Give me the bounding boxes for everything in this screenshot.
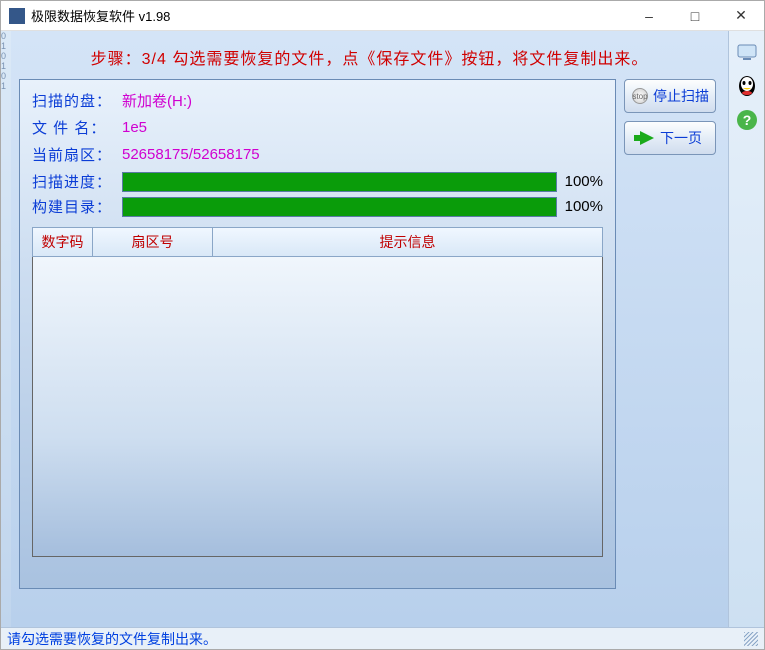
scan-progress-bar [122, 172, 557, 192]
window-title: 极限数据恢复软件 v1.98 [31, 6, 626, 25]
sector-label: 当前扇区： [32, 144, 122, 165]
build-progress-pct: 100% [557, 198, 603, 215]
dock-help-icon[interactable]: ? [734, 107, 760, 133]
minimize-button[interactable]: – [626, 1, 672, 30]
next-page-label: 下一页 [660, 128, 702, 148]
build-progress-label: 构建目录： [32, 196, 122, 217]
stop-scan-label: 停止扫描 [653, 86, 709, 106]
close-button[interactable]: ✕ [718, 1, 764, 30]
maximize-button[interactable]: □ [672, 1, 718, 30]
table-header: 数字码 扇区号 提示信息 [32, 227, 603, 257]
titlebar: 极限数据恢复软件 v1.98 – □ ✕ [1, 1, 764, 31]
col-sector[interactable]: 扇区号 [93, 228, 213, 256]
col-code[interactable]: 数字码 [33, 228, 93, 256]
right-dock: ? [728, 31, 764, 627]
arrow-right-icon [638, 129, 656, 147]
statusbar: 请勾选需要恢复的文件复制出来。 [1, 627, 764, 649]
sector-value: 52658175/52658175 [122, 146, 260, 163]
main-area: 步骤：3/4 勾选需要恢复的文件，点《保存文件》按钮，将文件复制出来。 扫描的盘… [11, 31, 728, 627]
status-text: 请勾选需要恢复的文件复制出来。 [7, 629, 217, 649]
resize-grip-icon[interactable] [744, 632, 758, 646]
result-table: 数字码 扇区号 提示信息 [32, 227, 603, 557]
dock-qq-icon[interactable] [734, 73, 760, 99]
app-icon [9, 8, 25, 24]
scan-progress-label: 扫描进度： [32, 171, 122, 192]
svg-text:?: ? [742, 112, 751, 128]
filename-label: 文 件 名： [32, 117, 122, 138]
client-area: 010101 步骤：3/4 勾选需要恢复的文件，点《保存文件》按钮，将文件复制出… [1, 31, 764, 627]
next-page-button[interactable]: 下一页 [624, 121, 716, 155]
scan-progress-pct: 100% [557, 173, 603, 190]
left-decor-strip: 010101 [1, 31, 11, 627]
dock-computer-icon[interactable] [734, 39, 760, 65]
disk-value: 新加卷(H:) [122, 90, 192, 111]
disk-label: 扫描的盘： [32, 90, 122, 111]
info-panel: 扫描的盘： 新加卷(H:) 文 件 名： 1e5 当前扇区： 52658175/… [19, 79, 616, 589]
col-msg[interactable]: 提示信息 [213, 228, 602, 256]
stop-scan-button[interactable]: stop 停止扫描 [624, 79, 716, 113]
step-banner: 步骤：3/4 勾选需要恢复的文件，点《保存文件》按钮，将文件复制出来。 [11, 31, 728, 79]
table-body[interactable] [32, 257, 603, 557]
build-progress-bar [122, 197, 557, 217]
app-window: 极限数据恢复软件 v1.98 – □ ✕ 010101 步骤：3/4 勾选需要恢… [0, 0, 765, 650]
side-buttons: stop 停止扫描 下一页 [616, 79, 716, 589]
filename-value: 1e5 [122, 119, 147, 136]
stop-icon: stop [631, 87, 649, 105]
